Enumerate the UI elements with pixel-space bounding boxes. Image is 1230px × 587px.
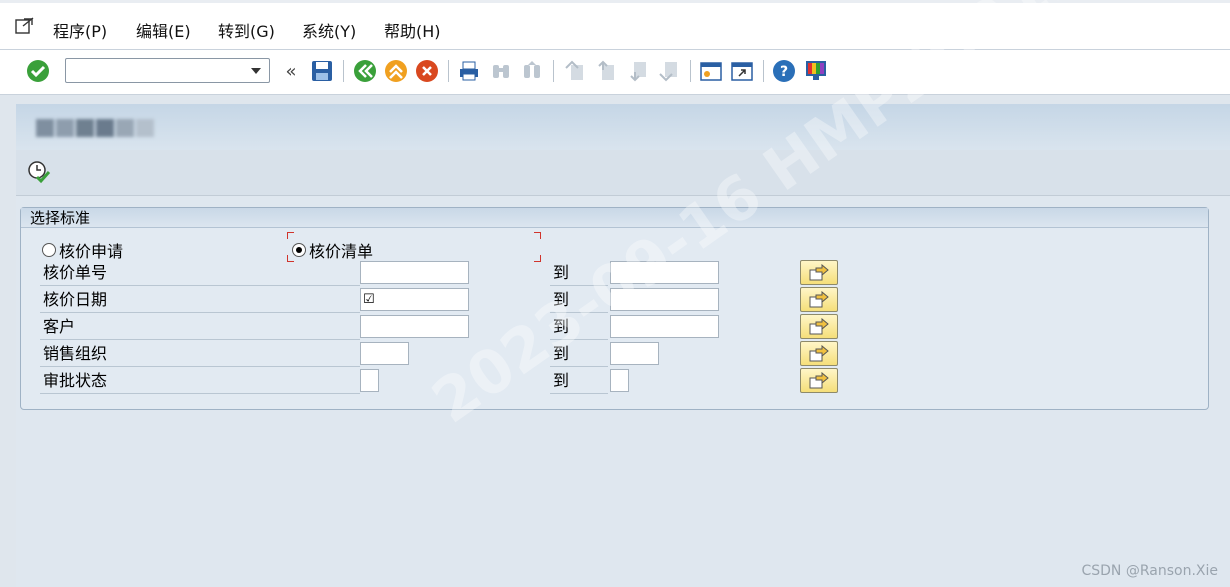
standard-toolbar: « ? bbox=[0, 50, 1230, 95]
svg-text:?: ? bbox=[780, 64, 788, 80]
approval-status-to-input[interactable] bbox=[610, 369, 629, 392]
separator bbox=[343, 60, 344, 82]
to-label: 到 bbox=[550, 368, 608, 394]
command-field[interactable] bbox=[65, 58, 270, 83]
field-row-approval-status: 审批状态 到 bbox=[40, 368, 1200, 395]
field-label: 客户 bbox=[40, 314, 360, 340]
radio-label: 核价清单 bbox=[309, 242, 374, 261]
field-label: 核价单号 bbox=[40, 260, 360, 286]
radio-option-request[interactable]: 核价申请 bbox=[42, 238, 123, 262]
collapse-icon[interactable]: « bbox=[278, 58, 304, 84]
help-icon[interactable]: ? bbox=[771, 58, 797, 84]
separator bbox=[690, 60, 691, 82]
execute-icon[interactable] bbox=[27, 160, 51, 188]
sales-org-from-input[interactable] bbox=[360, 342, 409, 365]
new-session-icon[interactable] bbox=[698, 58, 724, 84]
field-row-sales-org: 销售组织 到 bbox=[40, 341, 1200, 368]
credit-text: CSDN @Ranson.Xie bbox=[1081, 563, 1218, 579]
enter-icon[interactable] bbox=[25, 58, 51, 84]
multiple-selection-button[interactable] bbox=[800, 314, 838, 339]
multiple-selection-button[interactable] bbox=[800, 260, 838, 285]
blurred-title bbox=[36, 114, 196, 142]
screen-title-bar bbox=[16, 104, 1230, 150]
multiple-selection-button[interactable] bbox=[800, 368, 838, 393]
menu-system[interactable]: 系统(Y) bbox=[302, 18, 356, 42]
multi-select-arrow-icon bbox=[809, 371, 829, 388]
multiple-selection-button[interactable] bbox=[800, 287, 838, 312]
save-icon[interactable] bbox=[309, 58, 335, 84]
multi-select-arrow-icon bbox=[809, 290, 829, 307]
focus-corner bbox=[287, 232, 294, 239]
separator bbox=[553, 60, 554, 82]
focus-corner bbox=[534, 232, 541, 239]
menu-edit[interactable]: 编辑(E) bbox=[136, 18, 191, 42]
menu-exit-icon[interactable] bbox=[14, 16, 36, 36]
cancel-icon[interactable] bbox=[414, 58, 440, 84]
pricing-no-from-input[interactable] bbox=[360, 261, 469, 284]
radio-label: 核价申请 bbox=[59, 242, 124, 261]
last-page-icon[interactable] bbox=[656, 58, 682, 84]
multi-select-arrow-icon bbox=[809, 344, 829, 361]
sales-org-to-input[interactable] bbox=[610, 342, 659, 365]
prev-page-icon[interactable] bbox=[593, 58, 619, 84]
find-next-icon[interactable] bbox=[519, 58, 545, 84]
pricing-date-from-input[interactable]: ☑ bbox=[360, 288, 469, 311]
field-label: 审批状态 bbox=[40, 368, 360, 394]
multi-select-arrow-icon bbox=[809, 263, 829, 280]
field-label: 销售组织 bbox=[40, 341, 360, 367]
chevron-down-icon[interactable] bbox=[251, 68, 261, 74]
command-input[interactable] bbox=[70, 59, 244, 82]
back-icon[interactable] bbox=[352, 58, 378, 84]
exit-icon[interactable] bbox=[383, 58, 409, 84]
multiple-selection-button[interactable] bbox=[800, 341, 838, 366]
customer-from-input[interactable] bbox=[360, 315, 469, 338]
radio-button-selected[interactable] bbox=[292, 243, 306, 257]
field-label: 核价日期 bbox=[40, 287, 360, 313]
separator bbox=[448, 60, 449, 82]
radio-button[interactable] bbox=[42, 243, 56, 257]
group-title: 选择标准 bbox=[21, 208, 1208, 228]
approval-status-from-input[interactable] bbox=[360, 369, 379, 392]
multi-select-arrow-icon bbox=[809, 317, 829, 334]
radio-option-list[interactable]: 核价清单 bbox=[292, 238, 373, 262]
find-icon[interactable] bbox=[488, 58, 514, 84]
application-toolbar bbox=[16, 150, 1230, 196]
layout-icon[interactable] bbox=[803, 58, 829, 84]
next-page-icon[interactable] bbox=[625, 58, 651, 84]
first-page-icon[interactable] bbox=[562, 58, 588, 84]
menu-program[interactable]: 程序(P) bbox=[53, 18, 107, 42]
menu-help[interactable]: 帮助(H) bbox=[384, 18, 441, 42]
separator bbox=[763, 60, 764, 82]
shortcut-icon[interactable] bbox=[729, 58, 755, 84]
menu-goto[interactable]: 转到(G) bbox=[218, 18, 275, 42]
print-icon[interactable] bbox=[456, 58, 482, 84]
